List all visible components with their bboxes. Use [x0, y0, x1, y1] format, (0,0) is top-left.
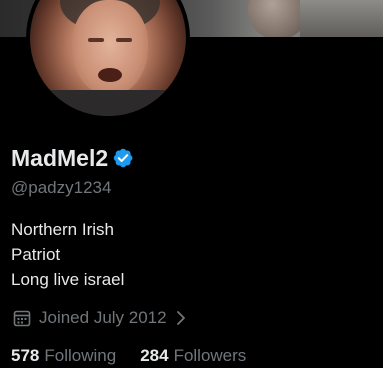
handle: @padzy1234 — [11, 178, 112, 197]
stats-row: 578 Following 284 Followers — [11, 344, 246, 368]
banner-figure-shoulder — [300, 0, 383, 37]
followers-label: Followers — [173, 346, 247, 365]
bio-line: Northern Irish — [11, 220, 114, 239]
display-name: MadMel2 — [11, 145, 109, 171]
verified-badge-icon[interactable] — [112, 147, 134, 169]
bio-line: Long live israel — [11, 270, 125, 289]
calendar-svg — [13, 310, 31, 327]
following-link[interactable]: 578 Following — [11, 344, 116, 368]
avatar-eye-left — [88, 38, 104, 42]
avatar-eye-right — [116, 38, 132, 42]
calendar-icon — [11, 307, 33, 329]
chevron-svg — [176, 311, 185, 325]
following-count: 578 — [11, 346, 40, 365]
bio-line: Patriot — [11, 245, 61, 264]
banner-figure — [248, 0, 308, 37]
avatar-mouth — [98, 68, 122, 82]
bio: Northern Irish Patriot Long live israel — [11, 217, 124, 292]
joined-date: Joined July 2012 — [39, 308, 167, 327]
followers-count: 284 — [140, 346, 169, 365]
verified-badge-svg — [113, 148, 133, 168]
following-label: Following — [44, 346, 117, 365]
chevron-right-icon — [173, 308, 189, 328]
name-row: MadMel2 — [11, 143, 134, 173]
avatar-ring — [26, 0, 190, 120]
joined-row[interactable]: Joined July 2012 — [11, 306, 189, 330]
followers-link[interactable]: 284 Followers — [140, 344, 246, 368]
avatar[interactable] — [30, 0, 186, 116]
avatar-shirt — [40, 90, 180, 116]
